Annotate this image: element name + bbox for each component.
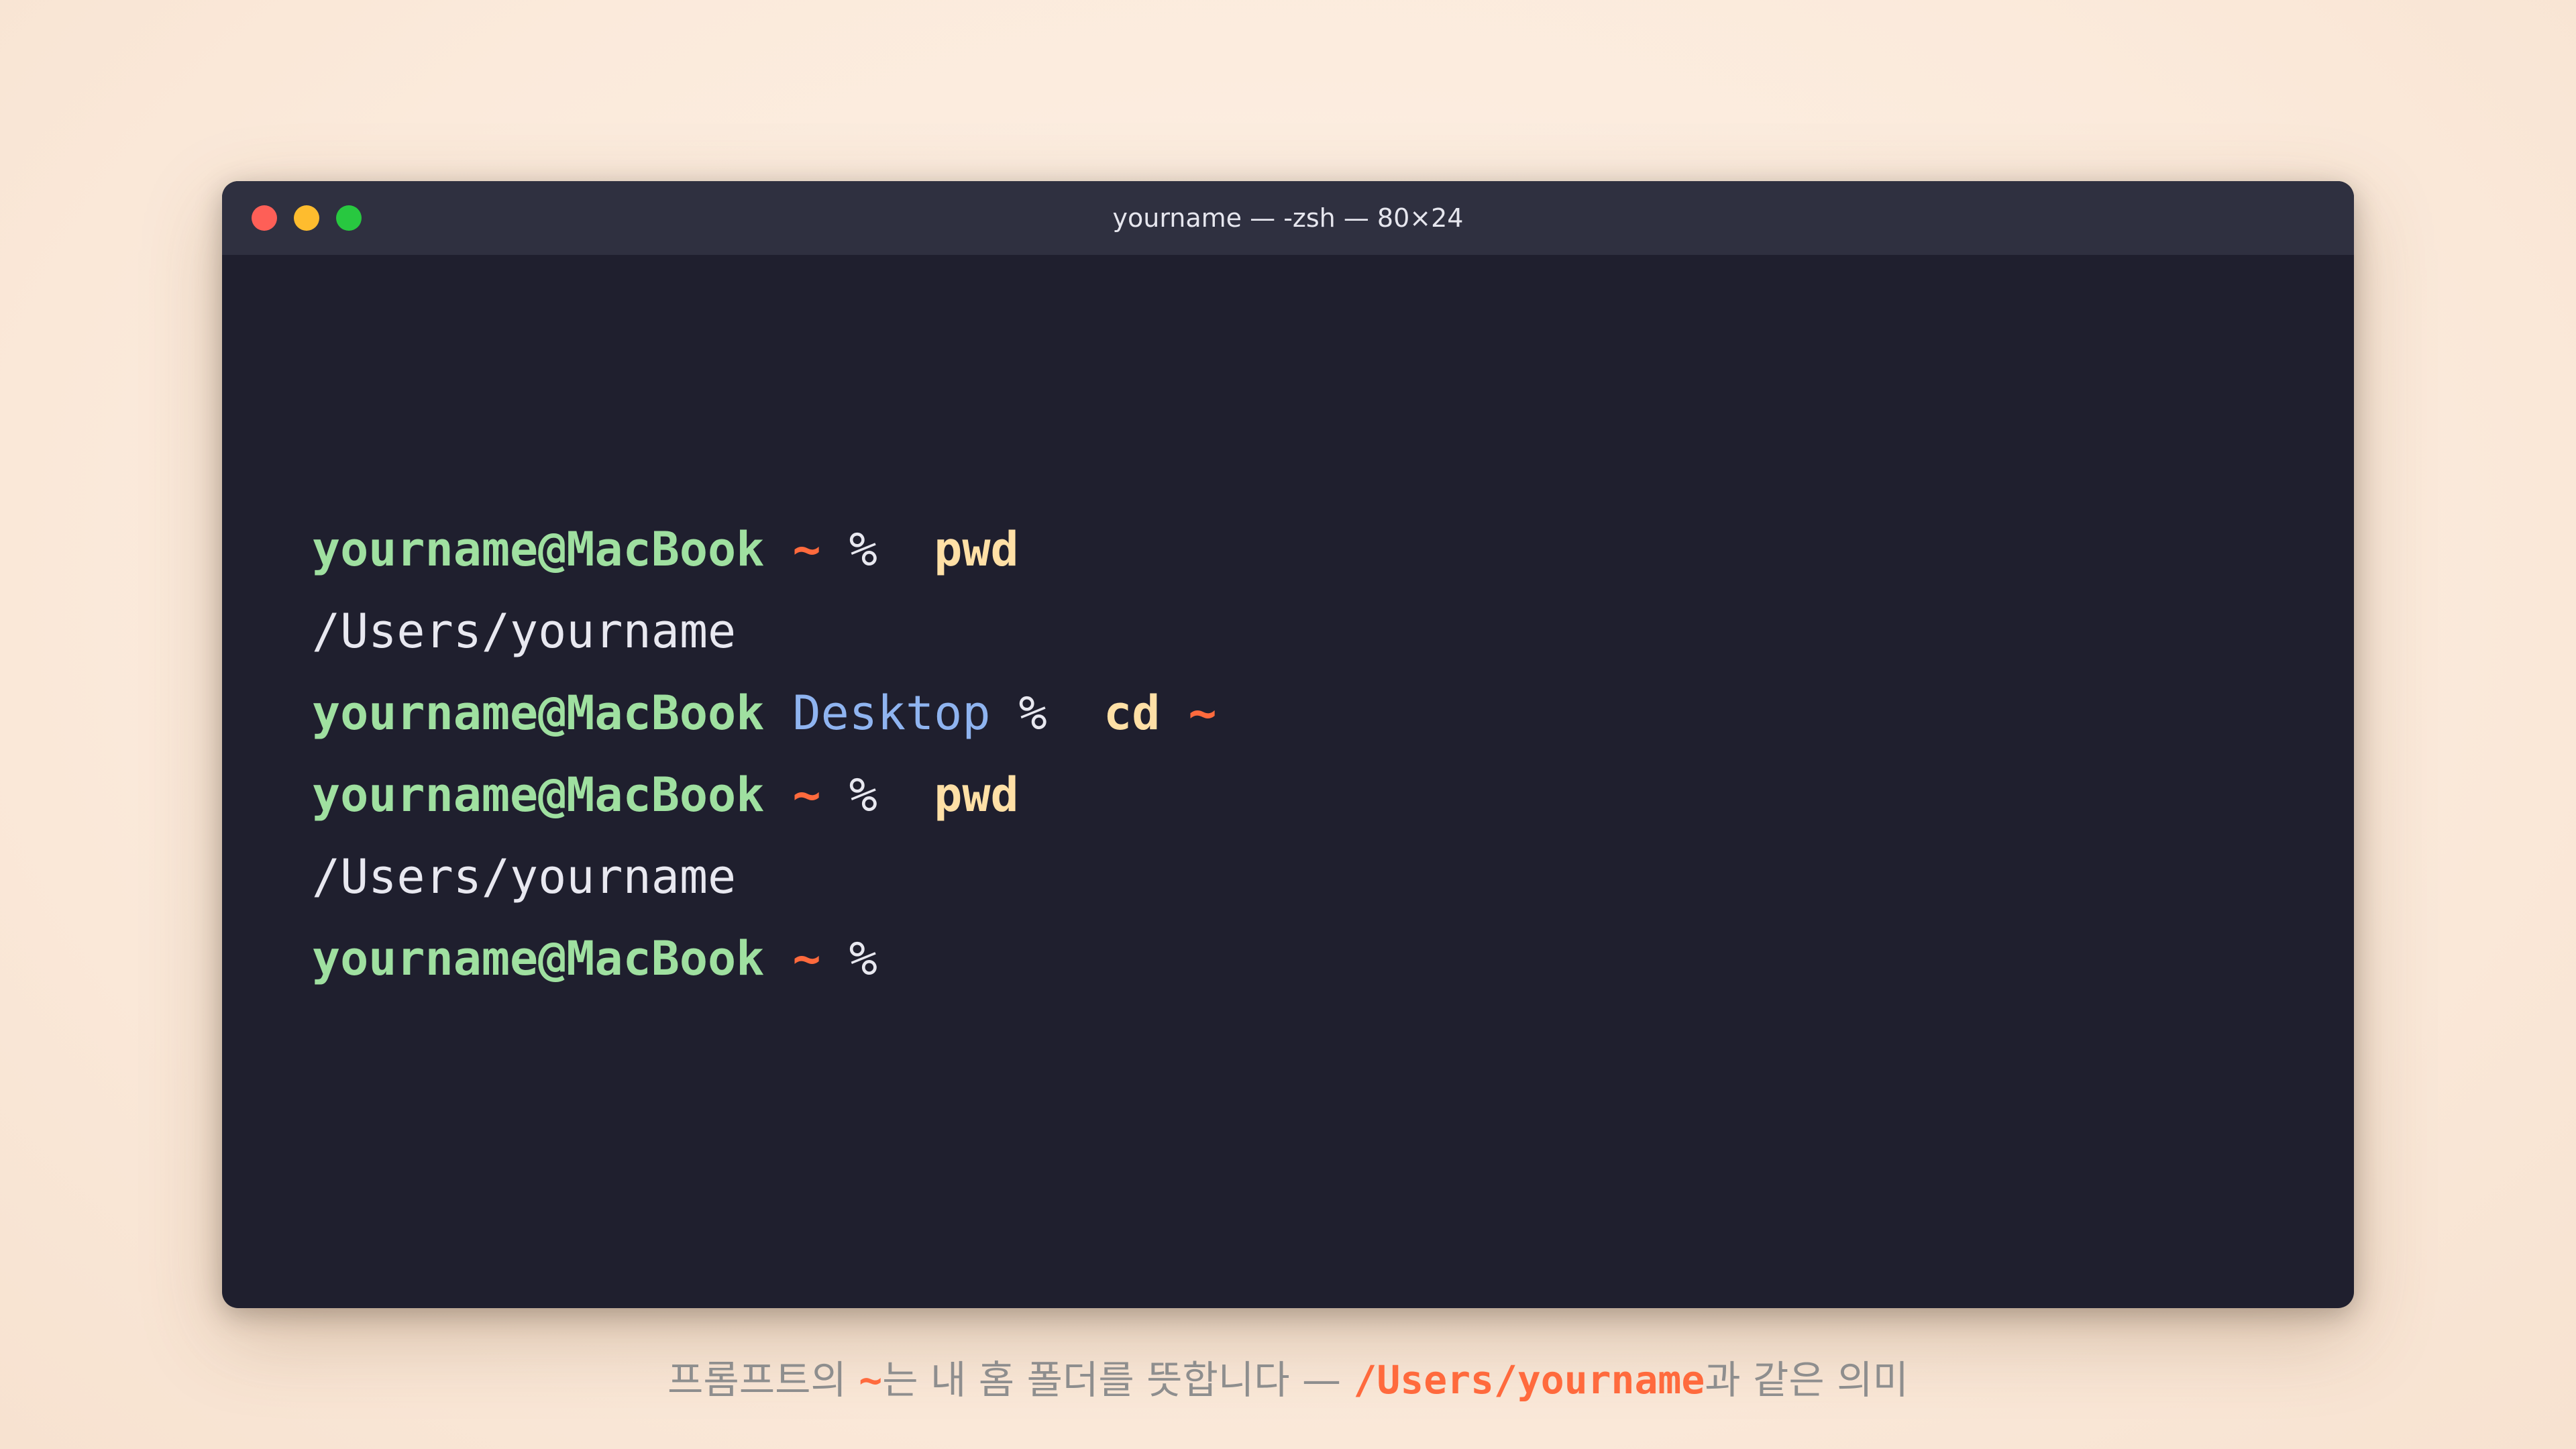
prompt-user: yourname@MacBook <box>312 931 765 986</box>
command-text: pwd <box>934 767 1019 822</box>
caption-text: 는 내 홈 폴더를 뜻합니다 — <box>882 1357 1354 1403</box>
terminal-line: /Users/yourname <box>312 598 736 665</box>
prompt-symbol: % <box>1018 686 1047 741</box>
terminal-line: yourname@MacBook Desktop % cd ~ <box>312 680 1217 747</box>
caption-text: 과 같은 의미 <box>1705 1357 1909 1403</box>
prompt-symbol: % <box>849 767 877 822</box>
prompt-dir: Desktop <box>792 686 991 741</box>
prompt-user: yourname@MacBook <box>312 522 765 577</box>
caption-path: /Users/yourname <box>1353 1357 1705 1403</box>
prompt-symbol: % <box>849 931 877 986</box>
caption-text: 프롬프트의 <box>667 1357 859 1403</box>
command-output: /Users/yourname <box>312 604 737 659</box>
window-title: yourname — -zsh — 80×24 <box>1112 203 1464 233</box>
title-bar[interactable]: yourname — -zsh — 80×24 <box>222 181 2354 255</box>
caption-tilde: ~ <box>859 1357 883 1403</box>
prompt-dir: ~ <box>792 931 821 986</box>
prompt-user: yourname@MacBook <box>312 686 765 741</box>
terminal-line: yourname@MacBook ~ % <box>312 925 877 992</box>
command-argument: ~ <box>1188 686 1217 741</box>
terminal-window: yourname — -zsh — 80×24 yourname@MacBook… <box>222 181 2354 1308</box>
prompt-symbol: % <box>849 522 877 577</box>
prompt-dir: ~ <box>792 522 821 577</box>
prompt-dir: ~ <box>792 767 821 822</box>
command-text: pwd <box>934 522 1019 577</box>
prompt-user: yourname@MacBook <box>312 767 765 822</box>
caption: 프롬프트의 ~는 내 홈 폴더를 뜻합니다 — /Users/yourname과… <box>0 1348 2576 1405</box>
command-output: /Users/yourname <box>312 849 737 904</box>
command-text: cd <box>1104 686 1161 741</box>
terminal-line: yourname@MacBook ~ % pwd <box>312 761 1019 828</box>
terminal-line: yourname@MacBook ~ % pwd <box>312 516 1019 583</box>
terminal-line: /Users/yourname <box>312 843 736 910</box>
